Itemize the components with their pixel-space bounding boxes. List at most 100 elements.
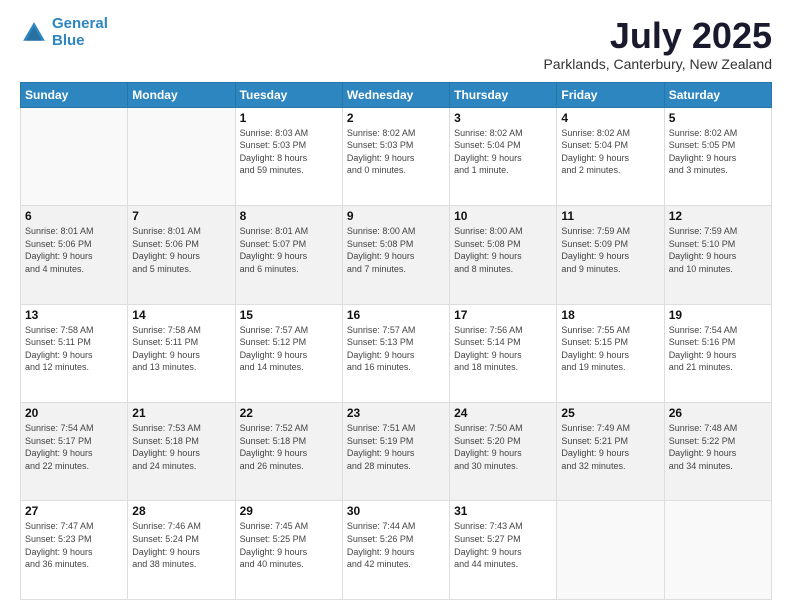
calendar-cell: 27 Sunrise: 7:47 AM Sunset: 5:23 PM Dayli… [21,501,128,600]
calendar-cell: 8 Sunrise: 8:01 AM Sunset: 5:07 PM Daylig… [235,206,342,304]
calendar-cell: 31 Sunrise: 7:43 AM Sunset: 5:27 PM Dayli… [450,501,557,600]
calendar-cell: 9 Sunrise: 8:00 AM Sunset: 5:08 PM Daylig… [342,206,449,304]
calendar-cell: 30Sunrise: 7:44 AM Sunset: 5:26 PM Dayli… [342,501,449,600]
weekday-header-monday: Monday [128,82,235,107]
calendar-week-row: 1 Sunrise: 8:03 AM Sunset: 5:03 PM Daylig… [21,107,772,205]
calendar-cell: 14Sunrise: 7:58 AM Sunset: 5:11 PM Dayli… [128,304,235,402]
calendar-cell: 15 Sunrise: 7:57 AM Sunset: 5:12 PM Dayli… [235,304,342,402]
day-info: Sunrise: 7:58 AM Sunset: 5:11 PM Dayligh… [25,324,123,374]
day-number: 4 [561,111,659,125]
day-number: 30 [347,504,445,518]
calendar-cell: 18Sunrise: 7:55 AM Sunset: 5:15 PM Dayli… [557,304,664,402]
day-info: Sunrise: 7:54 AM Sunset: 5:16 PM Dayligh… [669,324,767,374]
logo-icon [20,19,48,47]
day-info: Sunrise: 8:00 AM Sunset: 5:08 PM Dayligh… [454,225,552,275]
month-title: July 2025 [543,16,772,56]
day-number: 19 [669,308,767,322]
day-number: 11 [561,209,659,223]
calendar-cell: 1 Sunrise: 8:03 AM Sunset: 5:03 PM Daylig… [235,107,342,205]
calendar-cell: 5 Sunrise: 8:02 AM Sunset: 5:05 PM Daylig… [664,107,771,205]
day-number: 15 [240,308,338,322]
weekday-header-sunday: Sunday [21,82,128,107]
day-number: 23 [347,406,445,420]
calendar-cell: 25 Sunrise: 7:49 AM Sunset: 5:21 PM Dayli… [557,403,664,501]
calendar-cell: 29 Sunrise: 7:45 AM Sunset: 5:25 PM Dayli… [235,501,342,600]
day-number: 1 [240,111,338,125]
day-number: 16 [347,308,445,322]
day-info: Sunrise: 7:49 AM Sunset: 5:21 PM Dayligh… [561,422,659,472]
day-info: Sunrise: 7:57 AM Sunset: 5:13 PM Dayligh… [347,324,445,374]
calendar-week-row: 6 Sunrise: 8:01 AM Sunset: 5:06 PM Daylig… [21,206,772,304]
day-number: 25 [561,406,659,420]
calendar-cell [128,107,235,205]
weekday-header-thursday: Thursday [450,82,557,107]
day-number: 2 [347,111,445,125]
day-info: Sunrise: 7:46 AM Sunset: 5:24 PM Dayligh… [132,520,230,570]
day-number: 8 [240,209,338,223]
day-number: 31 [454,504,552,518]
calendar-cell [21,107,128,205]
weekday-header-wednesday: Wednesday [342,82,449,107]
day-number: 26 [669,406,767,420]
calendar-cell [557,501,664,600]
day-number: 6 [25,209,123,223]
calendar-week-row: 13 Sunrise: 7:58 AM Sunset: 5:11 PM Dayli… [21,304,772,402]
day-info: Sunrise: 7:45 AM Sunset: 5:25 PM Dayligh… [240,520,338,570]
calendar-cell: 10 Sunrise: 8:00 AM Sunset: 5:08 PM Dayli… [450,206,557,304]
day-number: 22 [240,406,338,420]
calendar-cell: 17 Sunrise: 7:56 AM Sunset: 5:14 PM Dayli… [450,304,557,402]
day-info: Sunrise: 8:02 AM Sunset: 5:03 PM Dayligh… [347,127,445,177]
calendar-cell: 19 Sunrise: 7:54 AM Sunset: 5:16 PM Dayli… [664,304,771,402]
day-number: 29 [240,504,338,518]
day-info: Sunrise: 8:02 AM Sunset: 5:04 PM Dayligh… [561,127,659,177]
day-number: 9 [347,209,445,223]
day-info: Sunrise: 8:00 AM Sunset: 5:08 PM Dayligh… [347,225,445,275]
logo: General Blue [20,16,108,49]
day-info: Sunrise: 8:01 AM Sunset: 5:07 PM Dayligh… [240,225,338,275]
day-info: Sunrise: 7:51 AM Sunset: 5:19 PM Dayligh… [347,422,445,472]
day-number: 17 [454,308,552,322]
day-info: Sunrise: 8:01 AM Sunset: 5:06 PM Dayligh… [25,225,123,275]
day-info: Sunrise: 8:03 AM Sunset: 5:03 PM Dayligh… [240,127,338,177]
day-number: 27 [25,504,123,518]
day-info: Sunrise: 8:02 AM Sunset: 5:04 PM Dayligh… [454,127,552,177]
day-info: Sunrise: 8:02 AM Sunset: 5:05 PM Dayligh… [669,127,767,177]
calendar-cell: 12Sunrise: 7:59 AM Sunset: 5:10 PM Dayli… [664,206,771,304]
day-info: Sunrise: 7:53 AM Sunset: 5:18 PM Dayligh… [132,422,230,472]
logo-text: General Blue [52,16,108,49]
day-info: Sunrise: 7:48 AM Sunset: 5:22 PM Dayligh… [669,422,767,472]
calendar-cell: 28 Sunrise: 7:46 AM Sunset: 5:24 PM Dayli… [128,501,235,600]
day-info: Sunrise: 7:55 AM Sunset: 5:15 PM Dayligh… [561,324,659,374]
day-number: 10 [454,209,552,223]
calendar-week-row: 20Sunrise: 7:54 AM Sunset: 5:17 PM Dayli… [21,403,772,501]
day-number: 21 [132,406,230,420]
day-number: 5 [669,111,767,125]
day-info: Sunrise: 7:56 AM Sunset: 5:14 PM Dayligh… [454,324,552,374]
day-info: Sunrise: 7:50 AM Sunset: 5:20 PM Dayligh… [454,422,552,472]
calendar-cell: 11Sunrise: 7:59 AM Sunset: 5:09 PM Dayli… [557,206,664,304]
title-block: July 2025 Parklands, Canterbury, New Zea… [543,16,772,72]
calendar-cell: 6 Sunrise: 8:01 AM Sunset: 5:06 PM Daylig… [21,206,128,304]
day-number: 28 [132,504,230,518]
weekday-header-saturday: Saturday [664,82,771,107]
calendar-cell: 26 Sunrise: 7:48 AM Sunset: 5:22 PM Dayli… [664,403,771,501]
day-info: Sunrise: 7:47 AM Sunset: 5:23 PM Dayligh… [25,520,123,570]
calendar-cell: 20Sunrise: 7:54 AM Sunset: 5:17 PM Dayli… [21,403,128,501]
calendar-page: General Blue July 2025 Parklands, Canter… [0,0,792,612]
day-number: 24 [454,406,552,420]
calendar-cell: 23 Sunrise: 7:51 AM Sunset: 5:19 PM Dayli… [342,403,449,501]
day-info: Sunrise: 7:58 AM Sunset: 5:11 PM Dayligh… [132,324,230,374]
day-info: Sunrise: 7:43 AM Sunset: 5:27 PM Dayligh… [454,520,552,570]
calendar-cell: 22Sunrise: 7:52 AM Sunset: 5:18 PM Dayli… [235,403,342,501]
calendar-cell: 4 Sunrise: 8:02 AM Sunset: 5:04 PM Daylig… [557,107,664,205]
day-number: 3 [454,111,552,125]
day-info: Sunrise: 7:57 AM Sunset: 5:12 PM Dayligh… [240,324,338,374]
calendar-week-row: 27 Sunrise: 7:47 AM Sunset: 5:23 PM Dayli… [21,501,772,600]
day-number: 13 [25,308,123,322]
calendar-cell [664,501,771,600]
day-info: Sunrise: 8:01 AM Sunset: 5:06 PM Dayligh… [132,225,230,275]
weekday-header-row: SundayMondayTuesdayWednesdayThursdayFrid… [21,82,772,107]
day-info: Sunrise: 7:54 AM Sunset: 5:17 PM Dayligh… [25,422,123,472]
calendar-cell: 21 Sunrise: 7:53 AM Sunset: 5:18 PM Dayli… [128,403,235,501]
calendar-cell: 24 Sunrise: 7:50 AM Sunset: 5:20 PM Dayli… [450,403,557,501]
